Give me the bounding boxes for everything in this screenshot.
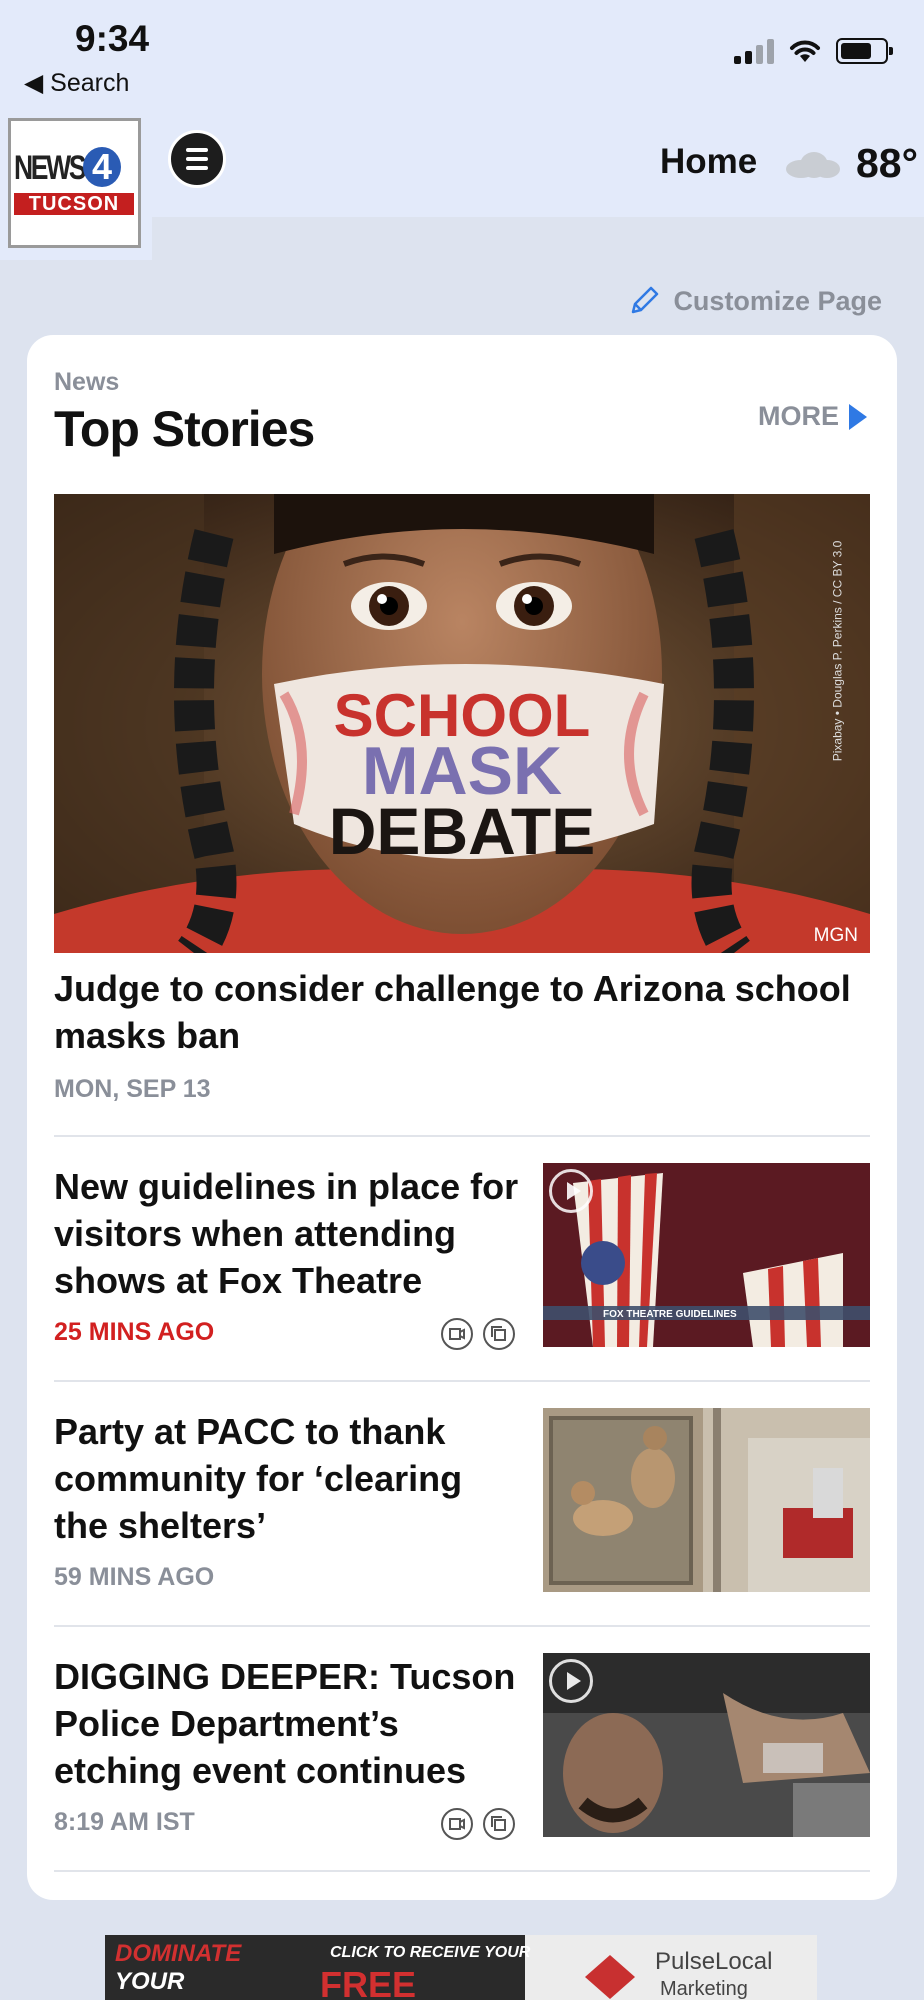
story-headline[interactable]: New guidelines in place for visitors whe… [54,1163,524,1304]
story-timestamp: 8:19 AM IST [54,1808,195,1836]
weather-temperature: 88° [856,140,919,186]
ad-mid: CLICK TO RECEIVE YOUR [330,1944,531,1961]
logo-city-text: TUCSON [14,193,134,215]
status-time: 9:34 [75,18,150,59]
divider [54,1135,870,1137]
ad-line1: DOMINATE [115,1940,242,1967]
story-media-icons [441,1808,515,1840]
news4-tucson-logo[interactable]: NEWS 4 TUCSON [8,118,141,248]
divider [54,1380,870,1382]
story-thumbnail[interactable] [543,1408,870,1592]
wifi-icon [790,40,820,62]
customize-page-button[interactable]: Customize Page [627,284,882,318]
dogs-thumbnail [543,1408,870,1592]
hero-headline[interactable]: Judge to consider challenge to Arizona s… [54,965,854,1059]
story-thumbnail[interactable]: FOX THEATRE GUIDELINES [543,1163,870,1347]
back-to-search-link[interactable]: ◀ Search [24,68,129,98]
ad-artwork: DOMINATE YOUR CLICK TO RECEIVE YOUR FREE… [105,1935,817,2000]
video-icon [441,1808,473,1840]
video-icon [441,1318,473,1350]
play-icon[interactable] [549,1169,593,1213]
pencil-icon [632,286,659,314]
ad-line2: YOUR [115,1968,185,1995]
story-timestamp: 59 MINS AGO [54,1563,215,1591]
ad-brand1: PulseLocal [655,1948,772,1975]
logo-news-text: NEWS [14,149,87,187]
story-thumbnail[interactable] [543,1653,870,1837]
gallery-icon [483,1318,515,1350]
story-item[interactable]: New guidelines in place for visitors whe… [54,1163,870,1350]
story-timestamp: 25 MINS AGO [54,1318,215,1346]
more-link[interactable]: MORE [758,401,867,432]
top-stories-card: News Top Stories MORE SCHOOL MASK DEBATE… [27,335,897,1900]
section-kicker: News [54,368,120,396]
story-item[interactable]: DIGGING DEEPER: Tucson Police Department… [54,1653,870,1840]
story-headline[interactable]: Party at PACC to thank community for ‘cl… [54,1408,524,1549]
ad-free: FREE [320,1964,416,2000]
divider [54,1625,870,1627]
hero-image[interactable]: SCHOOL MASK DEBATE MGN Pixabay • Douglas… [54,494,870,953]
arrow-right-icon [849,403,867,430]
logo-container[interactable]: NEWS 4 TUCSON [0,110,152,260]
logo-four: 4 [83,147,121,187]
story-media-icons [441,1318,515,1350]
nav-home-label[interactable]: Home [660,142,757,182]
gallery-icon [483,1808,515,1840]
mask-text-debate: DEBATE [329,794,595,868]
status-bar: 9:34 ◀ Search [0,0,924,110]
story-headline[interactable]: DIGGING DEEPER: Tucson Police Department… [54,1653,524,1794]
hero-illustration: SCHOOL MASK DEBATE [54,494,870,953]
story-item[interactable]: Party at PACC to thank community for ‘cl… [54,1408,870,1592]
hero-credit: MGN [813,925,858,946]
customize-page-label: Customize Page [673,285,882,316]
hero-date: MON, SEP 13 [54,1075,211,1103]
ad-brand2: Marketing [660,1978,748,2000]
ad-banner[interactable]: DOMINATE YOUR CLICK TO RECEIVE YOUR FREE… [105,1935,817,2000]
hamburger-menu-button[interactable] [168,130,226,188]
hero-side-credit: Pixabay • Douglas P. Perkins / CC BY 3.0 [830,540,845,762]
more-label: MORE [758,401,839,431]
battery-icon [836,38,893,64]
divider [54,1870,870,1872]
cloud-icon [782,146,842,182]
play-icon[interactable] [549,1659,593,1703]
status-icons [734,38,893,64]
app-header: NEWS 4 TUCSON Home 88° [0,110,924,260]
weather-widget[interactable]: 88° [782,140,918,187]
section-title: Top Stories [54,401,315,457]
cellular-signal-icon [734,38,774,64]
thumb-caption: FOX THEATRE GUIDELINES [603,1309,737,1320]
